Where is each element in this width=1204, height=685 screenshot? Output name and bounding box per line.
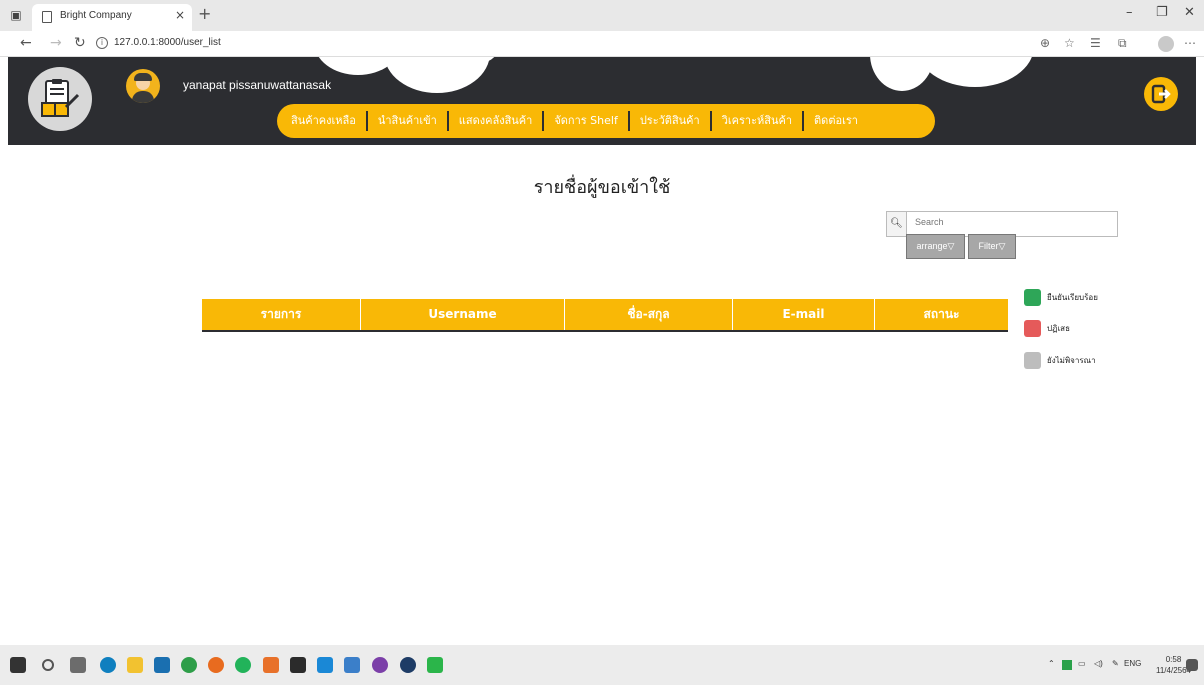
store-icon[interactable] [154,657,170,673]
terminal-icon[interactable] [290,657,306,673]
menu-item-import[interactable]: นำสินค้าเข้า [368,111,449,131]
taskbar: ⌃ ▭ ◁) ✎ ENG 0:58 11/4/2564 [0,645,1204,685]
status-swatch [1024,289,1041,306]
favorites-list-icon[interactable]: ☰ [1090,36,1101,50]
firefox-icon[interactable] [208,657,224,673]
minimize-button[interactable]: – [1126,5,1133,20]
chrome-icon[interactable] [181,657,197,673]
pen-icon[interactable]: ✎ [1112,659,1119,668]
legend-approved: ยืนยันเรียบร้อย [1024,289,1098,306]
input-language[interactable]: ENG [1124,659,1141,668]
back-icon[interactable]: ← [20,35,32,51]
new-tab-button[interactable]: + [198,6,211,22]
tab-close-icon[interactable]: × [175,8,185,22]
table-header-fullname: ชื่อ-สกุล [565,299,733,330]
menu-item-stock[interactable]: สินค้าคงเหลือ [277,111,368,131]
page-title: รายชื่อผู้ขอเข้าใช้ [533,177,671,198]
steam-icon[interactable] [400,657,416,673]
restore-button[interactable]: ❐ [1156,5,1168,20]
refresh-icon[interactable]: ↻ [74,35,86,51]
logout-icon [1151,84,1171,104]
browser-tab[interactable]: Bright Company × [32,4,192,31]
table-header-item: รายการ [202,299,361,330]
warehouse-clipboard-icon [41,79,80,117]
notifications-icon[interactable] [1186,659,1198,671]
profile-icon[interactable] [1158,36,1174,52]
cloud-decoration [916,57,1034,87]
table-header-email: E-mail [733,299,875,330]
favorite-icon[interactable]: ☆ [1064,36,1075,50]
line-icon[interactable] [427,657,443,673]
xampp-icon[interactable] [263,657,279,673]
legend-label: ยืนยันเรียบร้อย [1047,293,1098,302]
tab-title: Bright Company [60,10,132,21]
start-icon[interactable] [10,657,26,673]
search-icon[interactable]: 🔍︎ [887,212,907,236]
zoom-icon[interactable]: ⊕ [1040,36,1050,50]
legend-label: ยังไม่พิจารณา [1047,356,1096,365]
volume-icon[interactable]: ◁) [1094,659,1103,668]
forward-icon[interactable]: → [50,35,62,51]
status-swatch [1024,352,1041,369]
close-window-button[interactable]: ✕ [1184,5,1195,20]
table-header-status: สถานะ [923,307,960,321]
more-icon[interactable]: ⋯ [1184,36,1196,50]
file-explorer-icon[interactable] [127,657,143,673]
address-bar: ← → ↻ i 127.0.0.1:8000/user_list ⊕ ☆ ☰ ⧉… [0,31,1204,57]
table-header-username: Username [361,299,565,330]
app-icon[interactable] [344,657,360,673]
menu-item-history[interactable]: ประวัติสินค้า [630,111,712,131]
filter-button[interactable]: Filter▽ [968,234,1016,259]
menu-item-contact[interactable]: ติดต่อเรา [804,111,868,131]
arrange-button[interactable]: arrange▽ [906,234,965,259]
app-icon[interactable] [372,657,388,673]
spotify-icon[interactable] [235,657,251,673]
edge-icon[interactable] [100,657,116,673]
page-icon [42,11,52,23]
menu-item-analysis[interactable]: วิเคราะห์สินค้า [712,111,805,131]
status-swatch [1024,320,1041,337]
browser-tab-bar: ▣ Bright Company × + – ❐ ✕ [0,0,1204,31]
task-view-icon[interactable] [70,657,86,673]
site-header: yanapat pissanuwattanasak สินค้าคงเหลือ … [8,57,1196,145]
main-menu: สินค้าคงเหลือ นำสินค้าเข้า แสดงคลังสินค้… [277,104,935,138]
menu-item-shelf[interactable]: จัดการ Shelf [544,111,630,131]
user-request-table: รายการ Username ชื่อ-สกุล E-mail สถานะ [202,299,1008,332]
tray-chevron-icon[interactable]: ⌃ [1048,659,1055,668]
tray-app-icon[interactable] [1062,660,1072,670]
site-info-icon[interactable]: i [96,37,108,49]
legend-label: ปฏิเสธ [1047,324,1070,333]
url-field[interactable]: 127.0.0.1:8000/user_list [114,37,221,48]
collections-icon[interactable]: ⧉ [1118,36,1127,51]
company-logo[interactable] [28,67,92,131]
logout-button[interactable] [1144,77,1178,111]
search-icon[interactable] [42,659,54,671]
vscode-icon[interactable] [317,657,333,673]
workspaces-icon[interactable]: ▣ [4,4,28,26]
legend-pending: ยังไม่พิจารณา [1024,352,1096,369]
user-avatar[interactable] [126,69,160,103]
menu-item-warehouse[interactable]: แสดงคลังสินค้า [449,111,545,131]
username-label: yanapat pissanuwattanasak [183,78,332,92]
legend-rejected: ปฏิเสธ [1024,320,1070,337]
cloud-decoration [384,57,490,93]
network-icon[interactable]: ▭ [1078,659,1086,668]
search-input[interactable] [915,217,1105,227]
